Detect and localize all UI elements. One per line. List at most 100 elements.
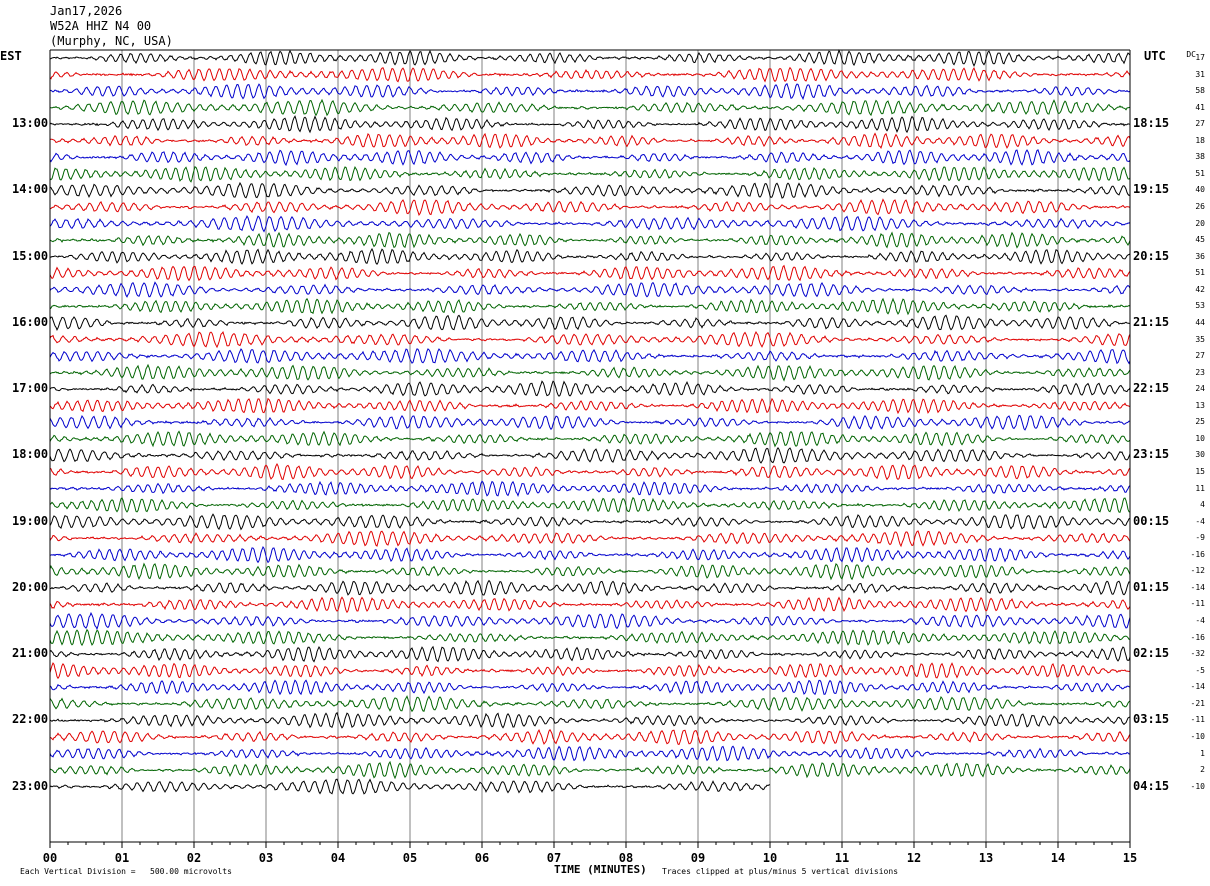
dc-offset-label: 40 bbox=[1195, 185, 1205, 195]
dc-offset-label: -11 bbox=[1190, 715, 1205, 725]
dc-offset-label: 13 bbox=[1195, 400, 1205, 410]
seismic-trace bbox=[50, 98, 1131, 117]
dc-offset-label: -12 bbox=[1190, 566, 1205, 576]
seismic-trace bbox=[49, 83, 1131, 101]
x-tick-label: 15 bbox=[1122, 851, 1138, 865]
dc-offset-label: 18 bbox=[1195, 135, 1205, 145]
location-label: (Murphy, NC, USA) bbox=[50, 34, 173, 48]
dc-offset-label: 41 bbox=[1195, 102, 1205, 112]
x-tick-label: 13 bbox=[978, 851, 994, 865]
date-label: Jan17,2026 bbox=[50, 4, 123, 18]
dc-offset-label: 1 bbox=[1200, 748, 1205, 758]
right-hour-label: 18:15 bbox=[1133, 116, 1170, 131]
left-hour-label: 23:00 bbox=[12, 778, 49, 793]
seismic-trace bbox=[49, 513, 1131, 531]
seismic-trace bbox=[49, 281, 1131, 298]
seismic-trace bbox=[49, 49, 1131, 68]
right-hour-label: 22:15 bbox=[1133, 381, 1170, 396]
dc-offset-label: 58 bbox=[1195, 86, 1205, 96]
x-tick-label: 11 bbox=[834, 851, 850, 865]
right-hour-label: 19:15 bbox=[1133, 182, 1170, 197]
seismic-trace bbox=[49, 414, 1131, 431]
dc-offset-label: 51 bbox=[1195, 168, 1205, 178]
dc-offset-label: 30 bbox=[1195, 450, 1205, 460]
dc-offset-label: 2 bbox=[1200, 765, 1205, 775]
dc-offset-label: 53 bbox=[1195, 301, 1205, 311]
x-tick-label: 10 bbox=[762, 851, 778, 865]
seismic-trace bbox=[50, 545, 1131, 564]
left-hour-label: 17:00 bbox=[12, 381, 49, 396]
seismic-trace bbox=[49, 695, 1131, 713]
dc-offset-label: 45 bbox=[1195, 235, 1205, 245]
helicorder-plot bbox=[49, 49, 1131, 848]
seismic-trace bbox=[49, 397, 1131, 415]
dc-offset-label: 17 bbox=[1195, 53, 1205, 62]
seismic-traces bbox=[49, 49, 1131, 795]
right-hour-label: 21:15 bbox=[1133, 314, 1170, 329]
right-hour-label: 02:15 bbox=[1133, 646, 1170, 661]
dc-offset-label: -14 bbox=[1190, 582, 1205, 592]
left-hour-label: 21:00 bbox=[12, 646, 49, 661]
dc-offset-label: 26 bbox=[1195, 202, 1205, 212]
dc-offset-label: -32 bbox=[1190, 649, 1205, 659]
dc-offset-label: 51 bbox=[1195, 268, 1205, 278]
seismic-trace bbox=[49, 115, 1130, 134]
station-label: W52A HHZ N4 00 bbox=[50, 19, 152, 33]
seismic-trace bbox=[49, 330, 1131, 349]
dc-offset-label: 23 bbox=[1195, 367, 1205, 377]
seismic-trace bbox=[49, 562, 1131, 581]
dc-offset-label: 25 bbox=[1195, 417, 1205, 427]
dc-offset-label: 44 bbox=[1195, 317, 1205, 327]
seismic-trace bbox=[49, 596, 1131, 614]
seismic-trace bbox=[49, 380, 1131, 397]
dc-offset-label: 11 bbox=[1195, 483, 1205, 493]
seismic-trace bbox=[49, 496, 1131, 513]
x-tick-label: 09 bbox=[690, 851, 706, 865]
dc-offset-label: -4 bbox=[1195, 516, 1205, 526]
seismic-trace bbox=[49, 66, 1131, 83]
left-hour-label: 16:00 bbox=[12, 314, 49, 329]
time-grid bbox=[49, 50, 1131, 842]
dc-offset-label: -10 bbox=[1190, 781, 1205, 791]
dc-offset-label: 36 bbox=[1195, 251, 1205, 261]
dc-offset-label: -21 bbox=[1190, 698, 1205, 708]
seismic-trace bbox=[49, 611, 1131, 631]
dc-offset-label: 15 bbox=[1195, 467, 1205, 476]
x-tick-label: 04 bbox=[330, 851, 346, 865]
x-tick-label: 06 bbox=[474, 851, 490, 865]
dc-offset-label: -16 bbox=[1190, 632, 1205, 642]
seismic-trace bbox=[49, 165, 1131, 183]
left-hour-label: 22:00 bbox=[12, 712, 49, 727]
seismic-trace bbox=[49, 198, 1131, 216]
x-tick-label: 12 bbox=[906, 851, 922, 865]
dc-offset-label: -4 bbox=[1195, 616, 1205, 626]
left-hour-label: 13:00 bbox=[12, 116, 49, 131]
dc-offset-label: 35 bbox=[1195, 334, 1205, 344]
dc-offset-label: 20 bbox=[1195, 218, 1205, 228]
left-timezone-label: EST bbox=[0, 49, 22, 63]
x-tick-label: 05 bbox=[402, 851, 418, 865]
right-hour-label: 00:15 bbox=[1133, 513, 1170, 528]
seismic-trace bbox=[49, 181, 1131, 199]
x-tick-label: 01 bbox=[114, 851, 130, 865]
dc-offset-label: -5 bbox=[1195, 665, 1205, 675]
dc-offset-label: 4 bbox=[1200, 500, 1205, 510]
seismic-trace bbox=[49, 745, 1131, 762]
x-tick-label: 03 bbox=[258, 851, 274, 865]
dc-offset-label: 24 bbox=[1195, 384, 1205, 394]
seismic-trace bbox=[49, 132, 1131, 150]
right-hour-label: 23:15 bbox=[1133, 447, 1170, 462]
dc-offset-label: 27 bbox=[1195, 119, 1205, 129]
dc-offset-label: 31 bbox=[1195, 69, 1205, 79]
dc-offset-label: -10 bbox=[1190, 731, 1205, 741]
left-hour-label: 15:00 bbox=[12, 248, 49, 263]
seismic-trace bbox=[49, 314, 1130, 331]
left-hour-label: 20:00 bbox=[12, 579, 49, 594]
x-tick-label: 02 bbox=[186, 851, 202, 865]
dc-offset-label: 10 bbox=[1195, 433, 1205, 443]
seismic-trace bbox=[49, 363, 1131, 382]
dc-offset-label: -14 bbox=[1190, 682, 1205, 692]
left-hour-label: 14:00 bbox=[12, 182, 49, 197]
clip-note: Traces clipped at plus/minus 5 vertical … bbox=[662, 867, 899, 876]
seismic-trace bbox=[49, 662, 1131, 680]
